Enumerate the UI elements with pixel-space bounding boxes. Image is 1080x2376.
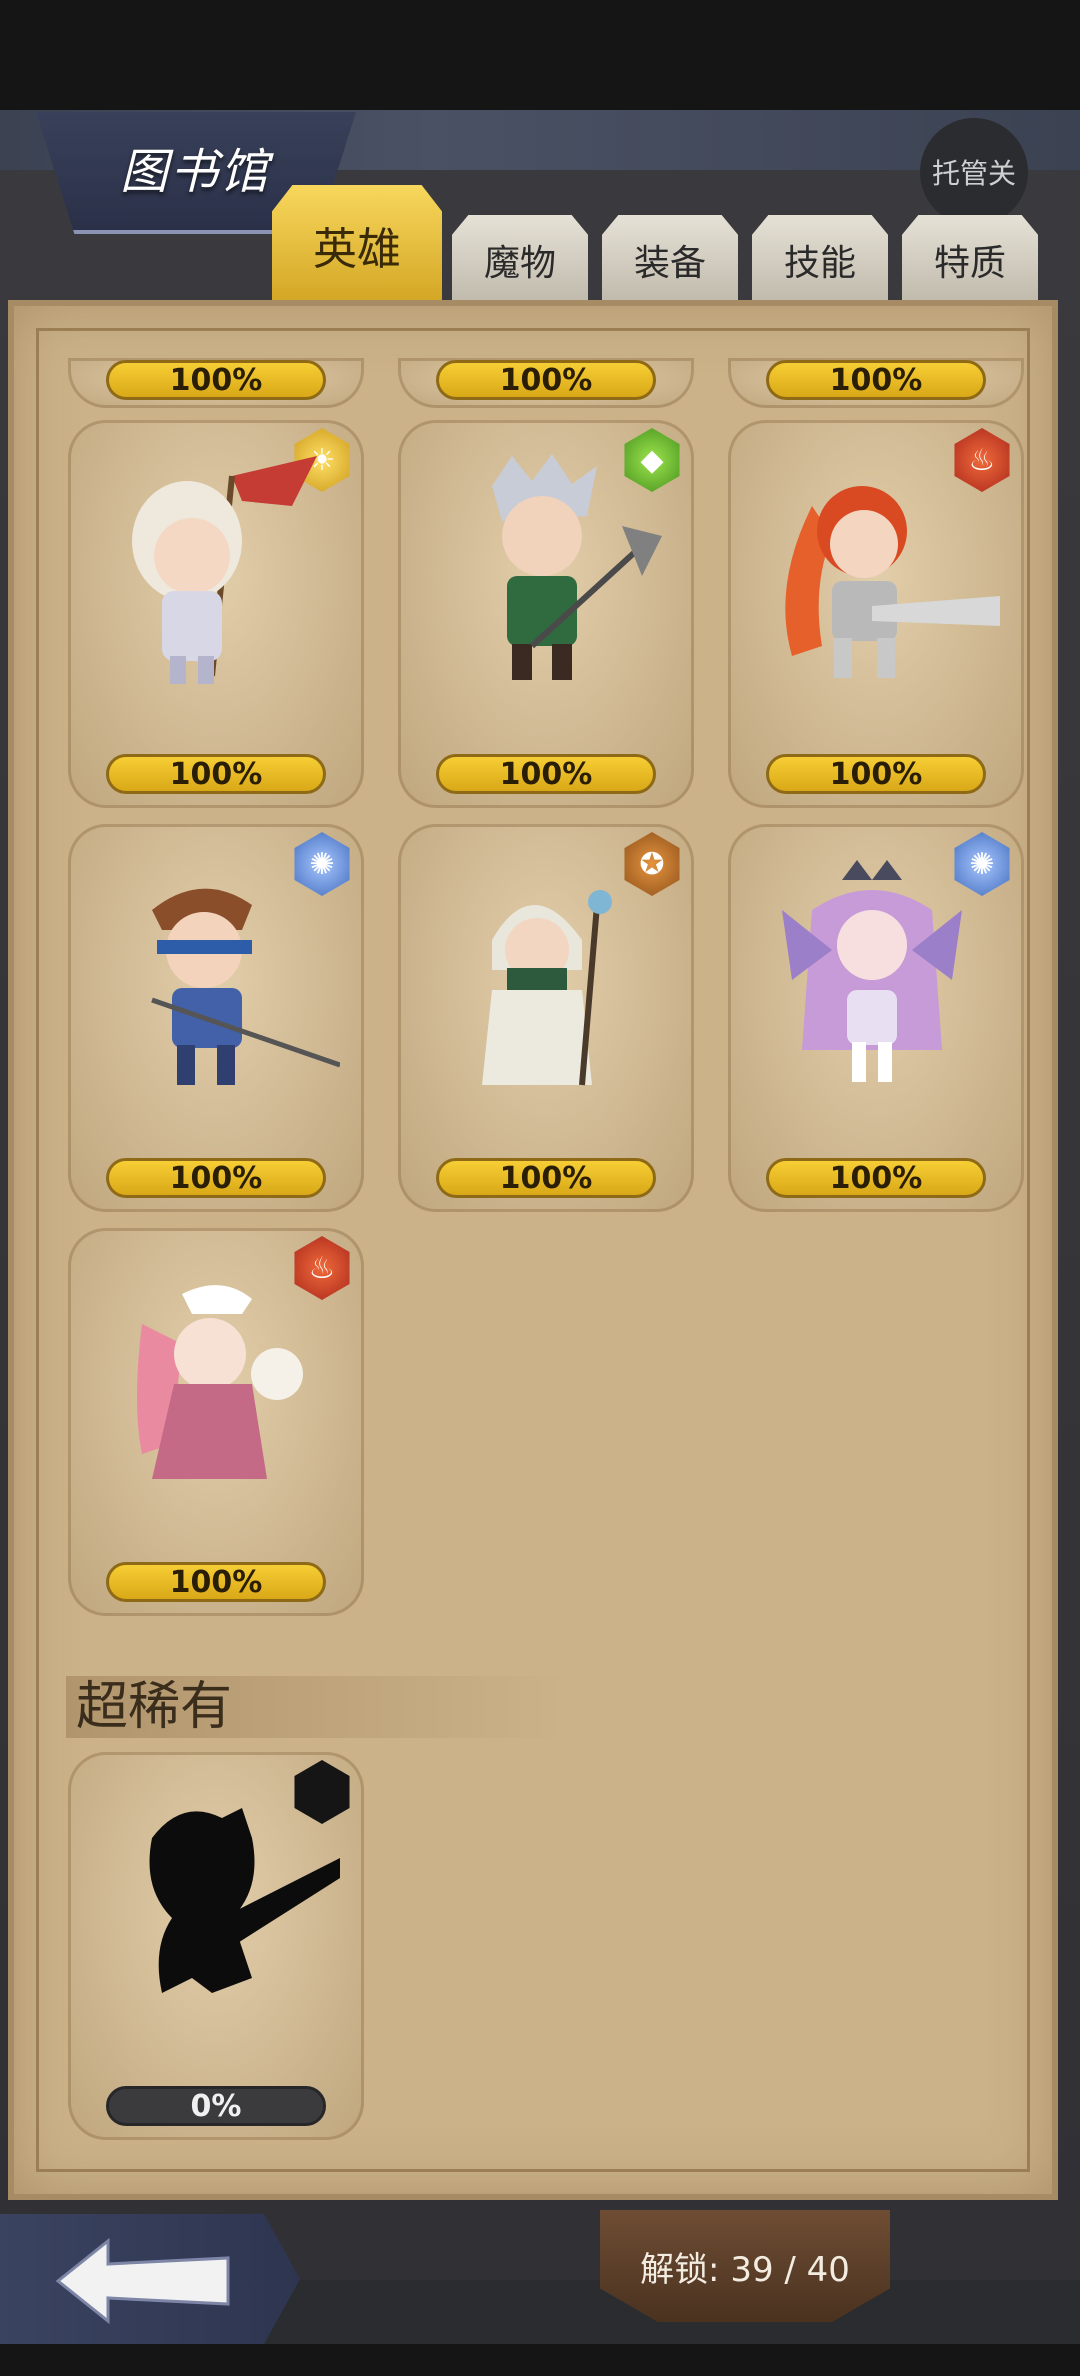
hero-portrait [151, 888, 340, 1085]
progress-bar: 100% [766, 1158, 986, 1198]
progress-bar: 100% [766, 754, 986, 794]
progress-bar: 0% [106, 2086, 326, 2126]
hero-card[interactable]: ◆ 100% [398, 420, 694, 808]
tab-traits[interactable]: 特质 [902, 215, 1038, 305]
hero-card[interactable]: ☀ 100% [68, 420, 364, 808]
hero-card[interactable]: ✺ 100% [68, 824, 364, 1212]
tab-skills[interactable]: 技能 [752, 215, 888, 305]
hero-portrait [492, 454, 662, 680]
hero-card[interactable]: ♨ 100% [68, 1228, 364, 1616]
hero-portrait [785, 486, 1000, 678]
collection-panel: 100% 100% 100% ☀ 100% ◆ 100% ♨ 100% ✺ 10… [8, 300, 1058, 2200]
progress-bar: 100% [436, 360, 656, 400]
hero-portrait [782, 860, 962, 1082]
tab-equipment[interactable]: 装备 [602, 215, 738, 305]
progress-bar: 100% [106, 1158, 326, 1198]
progress-bar: 100% [436, 754, 656, 794]
back-arrow-icon[interactable] [48, 2236, 234, 2326]
progress-bar: 100% [106, 360, 326, 400]
tab-heroes[interactable]: 英雄 [272, 185, 442, 305]
hero-card-locked[interactable]: 0% [68, 1752, 364, 2140]
hero-card-partial[interactable]: 100% [68, 358, 364, 408]
status-bar-area [0, 0, 1080, 110]
hero-card-partial[interactable]: 100% [728, 358, 1024, 408]
tab-monsters[interactable]: 魔物 [452, 215, 588, 305]
hero-portrait [137, 1285, 303, 1479]
hero-portrait [132, 456, 317, 684]
hero-card-partial[interactable]: 100% [398, 358, 694, 408]
section-heading-super-rare: 超稀有 [66, 1676, 566, 1738]
auto-toggle-button[interactable]: 托管关 [920, 118, 1028, 226]
hero-card[interactable]: ✺ 100% [728, 824, 1024, 1212]
hero-portrait [482, 890, 612, 1086]
silhouette-icon [149, 1808, 340, 1993]
bottom-bar [0, 2344, 1080, 2376]
progress-bar: 100% [106, 754, 326, 794]
hero-card[interactable]: ♨ 100% [728, 420, 1024, 808]
unlock-counter: 解锁: 39 / 40 [600, 2210, 890, 2322]
progress-bar: 100% [436, 1158, 656, 1198]
hero-card[interactable]: ✪ 100% [398, 824, 694, 1212]
progress-bar: 100% [766, 360, 986, 400]
progress-bar: 100% [106, 1562, 326, 1602]
page-title: 图书馆 [120, 144, 271, 200]
